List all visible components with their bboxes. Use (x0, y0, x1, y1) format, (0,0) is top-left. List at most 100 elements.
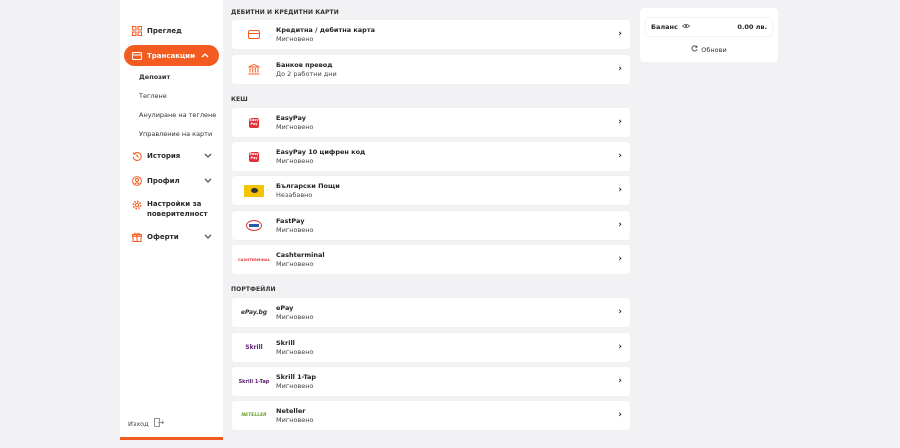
method-name: Neteller (276, 407, 306, 415)
method-name: ePay (276, 304, 294, 312)
skrill-1tap-logo: Skrill 1-Tap (232, 379, 276, 385)
chevron-right-icon: › (618, 342, 622, 352)
sidebar: Преглед Трансакции Депозит Теглене Анули… (120, 0, 223, 440)
bank-logo (232, 64, 276, 75)
payment-method-easypay-10-digit[interactable]: Easy Pay EasyPay 10 цифрен код Мигновено… (232, 142, 630, 171)
payment-method-easypay[interactable]: Easy Pay EasyPay Мигновено › (232, 108, 630, 137)
card-logo (232, 30, 276, 39)
refresh-label: Обнови (701, 45, 727, 54)
section-title-cash: КЕШ (231, 96, 248, 103)
bulgarian-posts-logo (232, 184, 276, 197)
payment-method-fastpay[interactable]: FastPay Мигновено › (232, 211, 630, 240)
epay-logo-text: ePay.bg (240, 309, 268, 316)
method-speed: Мигновено (276, 348, 314, 356)
sidebar-subitem-withdraw[interactable]: Теглене (139, 92, 167, 100)
user-icon (132, 176, 142, 186)
section-title-cards: ДЕБИТНИ И КРЕДИТНИ КАРТИ (231, 9, 339, 16)
balance-label: Баланс (651, 23, 678, 31)
sidebar-item-offers[interactable]: Оферти (132, 232, 212, 242)
sidebar-subitem-cancel-withdraw[interactable]: Анулиране на теглене (139, 111, 216, 119)
cashterminal-logo: CASHTERMINAL (232, 258, 276, 262)
gear-icon (132, 200, 142, 210)
chevron-right-icon: › (618, 29, 622, 39)
method-name: FastPay (276, 217, 305, 225)
chevron-right-icon: › (618, 185, 622, 195)
chevron-down-icon (204, 152, 212, 161)
easypay-logo: Easy Pay (232, 151, 276, 162)
chevron-up-icon (201, 51, 209, 60)
easypay-logo: Easy Pay (232, 117, 276, 128)
sidebar-item-label: Настройки за поверителност (147, 200, 208, 219)
sidebar-item-label: Преглед (147, 27, 182, 35)
payment-method-skrill-1tap[interactable]: Skrill 1-Tap Skrill 1-Tap Мигновено › (232, 367, 630, 396)
logout-icon (153, 418, 164, 429)
sidebar-item-label: История (147, 152, 181, 160)
method-name: Skrill 1-Tap (276, 373, 317, 381)
balance-value: 0.00 лв. (737, 23, 767, 31)
method-speed: До 2 работни дни (276, 70, 337, 78)
epay-logo: ePay.bg (232, 309, 276, 316)
credit-card-icon (132, 51, 142, 61)
method-speed: Мигновено (276, 123, 314, 131)
fastpay-logo (232, 220, 276, 231)
chevron-down-icon (204, 177, 212, 186)
payment-method-cashterminal[interactable]: CASHTERMINAL Cashterminal Мигновено › (232, 245, 630, 274)
chevron-right-icon: › (618, 220, 622, 230)
neteller-logo: NETELLER (232, 413, 276, 418)
balance-panel: Баланс 0.00 лв. Обнови (640, 8, 778, 62)
skrill-logo: Skrill (232, 344, 276, 351)
method-speed: Мигновено (276, 416, 314, 424)
method-speed: Мигновено (276, 35, 314, 43)
sidebar-subitem-deposit[interactable]: Депозит (139, 73, 170, 81)
grid-icon (132, 26, 142, 36)
sidebar-item-transactions[interactable]: Трансакции (124, 45, 219, 66)
eye-icon[interactable] (681, 23, 690, 31)
sidebar-item-label: Профил (147, 177, 180, 185)
history-icon (132, 151, 142, 161)
payment-method-credit-card[interactable]: Кредитна / дебитна карта Мигновено › (232, 20, 630, 49)
chevron-down-icon (204, 233, 212, 242)
chevron-right-icon: › (618, 151, 622, 161)
method-speed: Мигновено (276, 157, 314, 165)
cashterminal-logo-text: CASHTERMINAL (237, 257, 271, 262)
sidebar-item-label: Оферти (147, 233, 179, 241)
sidebar-item-overview[interactable]: Преглед (132, 26, 182, 36)
payment-method-bulgarian-posts[interactable]: Български Пощи Незабавно › (232, 176, 630, 205)
method-name: Cashterminal (276, 251, 325, 259)
sidebar-item-privacy-settings[interactable]: Настройки за поверителност (132, 199, 217, 219)
method-name: EasyPay (276, 114, 306, 122)
payment-method-bank-transfer[interactable]: Банков превод До 2 работни дни › (232, 55, 630, 84)
logout-button[interactable]: Изход (128, 418, 164, 429)
chevron-right-icon: › (618, 410, 622, 420)
sidebar-item-history[interactable]: История (132, 151, 212, 161)
method-speed: Мигновено (276, 226, 314, 234)
method-name: Кредитна / дебитна карта (276, 26, 375, 34)
method-name: EasyPay 10 цифрен код (276, 148, 366, 156)
chevron-right-icon: › (618, 307, 622, 317)
gift-icon (132, 232, 142, 242)
chevron-right-icon: › (618, 376, 622, 386)
method-speed: Мигновено (276, 260, 314, 268)
method-name: Skrill (276, 339, 295, 347)
sidebar-subitem-manage-cards[interactable]: Управление на карти (139, 130, 212, 138)
chevron-right-icon: › (618, 64, 622, 74)
skrill-1tap-logo-text: Skrill 1-Tap (238, 378, 270, 385)
refresh-icon (691, 45, 698, 54)
payment-method-epay[interactable]: ePay.bg ePay Мигновено › (232, 298, 630, 327)
payment-method-skrill[interactable]: Skrill Skrill Мигновено › (232, 333, 630, 362)
chevron-right-icon: › (618, 117, 622, 127)
sidebar-item-label: Трансакции (147, 51, 195, 60)
balance-row: Баланс 0.00 лв. (646, 18, 772, 36)
chevron-right-icon: › (618, 254, 622, 264)
method-speed: Мигновено (276, 382, 314, 390)
sidebar-item-profile[interactable]: Профил (132, 176, 212, 186)
method-name: Банков превод (276, 61, 333, 69)
easypay-logo-text: Easy Pay (249, 117, 259, 128)
section-title-wallets: ПОРТФЕЙЛИ (231, 286, 276, 293)
easypay-logo-text: Easy Pay (249, 151, 259, 162)
refresh-button[interactable]: Обнови (640, 45, 778, 54)
payment-method-neteller[interactable]: NETELLER Neteller Мигновено › (232, 401, 630, 430)
method-name: Български Пощи (276, 182, 340, 190)
skrill-logo-text: Skrill (245, 344, 263, 351)
method-speed: Мигновено (276, 313, 314, 321)
